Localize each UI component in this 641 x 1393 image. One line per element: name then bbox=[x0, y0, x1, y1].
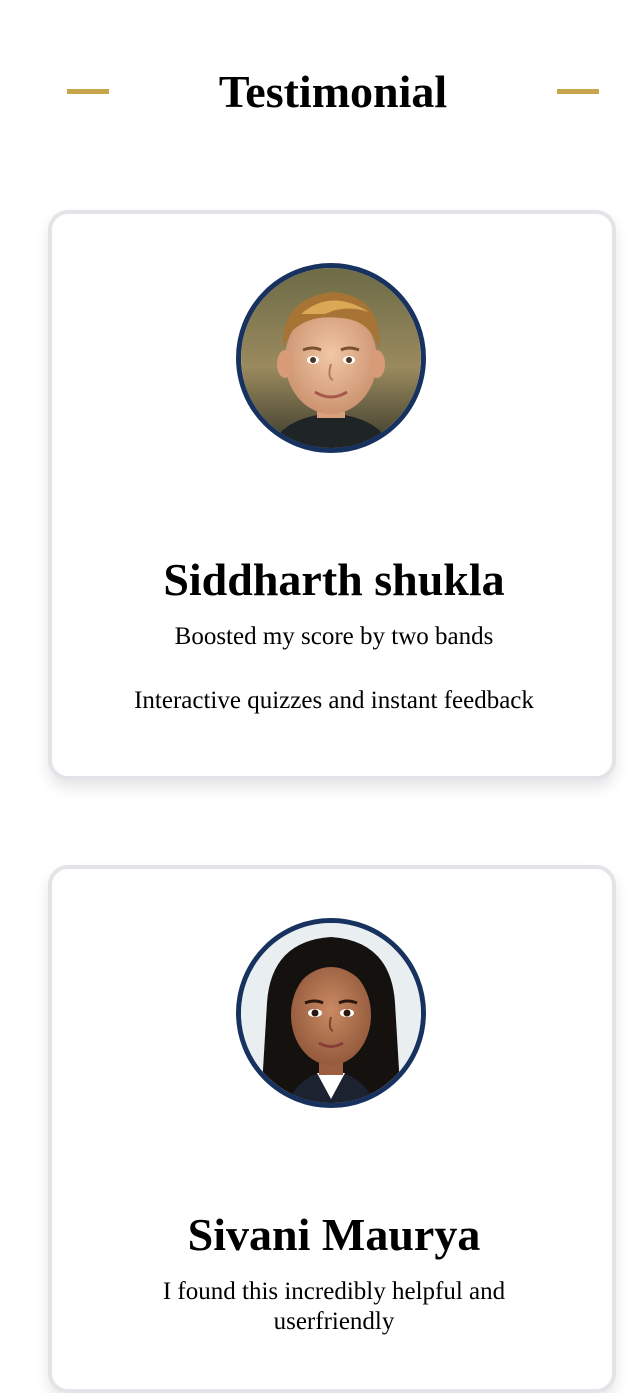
section-title: Testimonial bbox=[218, 66, 448, 117]
testimonial-card: Sivani Maurya I found this incredibly he… bbox=[48, 865, 616, 1393]
testimonial-name: Siddharth shukla bbox=[163, 554, 505, 605]
boy-portrait-icon bbox=[236, 263, 426, 453]
testimonial-quote: Boosted my score by two bands bbox=[174, 623, 494, 650]
avatar-image bbox=[241, 268, 421, 448]
testimonial-quote: I found this incredibly helpful and user… bbox=[162, 1278, 506, 1335]
right-decorative-line bbox=[557, 89, 599, 94]
girl-portrait-icon bbox=[236, 918, 426, 1108]
testimonial-name: Sivani Maurya bbox=[187, 1209, 481, 1260]
testimonial-header: Testimonial bbox=[0, 60, 641, 124]
testimonial-detail: Interactive quizzes and instant feedback bbox=[134, 687, 534, 714]
avatar-image bbox=[241, 923, 421, 1103]
testimonial-card: Siddharth shukla Boosted my score by two… bbox=[48, 210, 616, 780]
